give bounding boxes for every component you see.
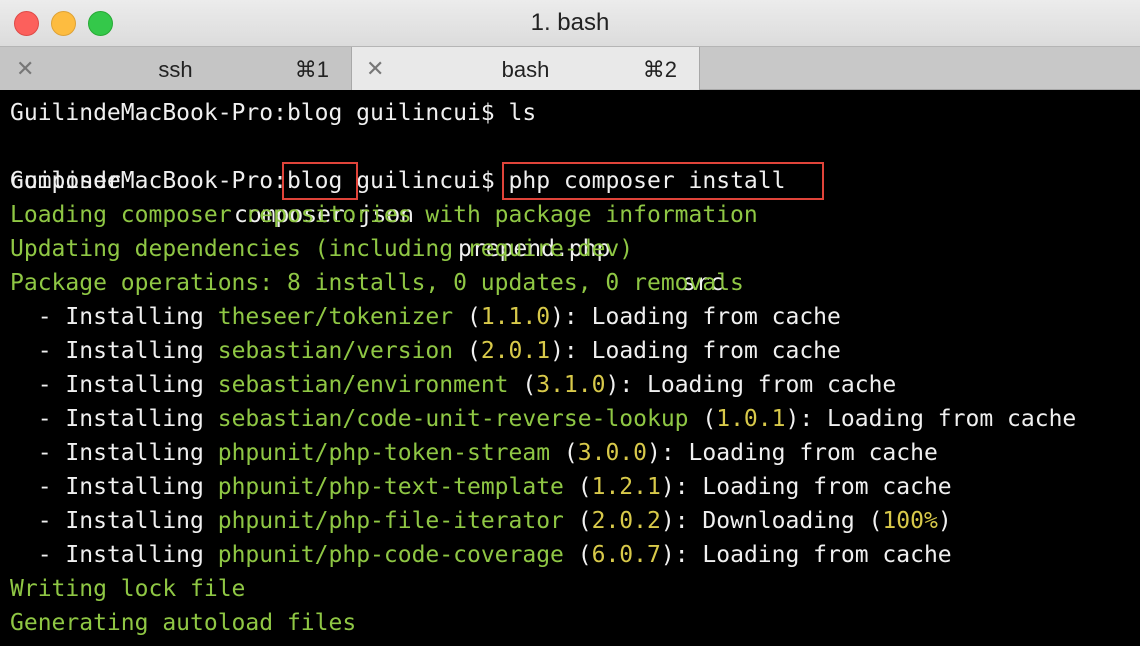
install-line: - Installing phpunit/php-text-template (… <box>10 470 952 504</box>
open-paren: ( <box>688 406 717 432</box>
package-name: sebastian/environment <box>217 372 509 398</box>
terminal-window: 1. bash ✕ ssh ⌘1 ✕ bash ⌘2 GuilindeMacBo… <box>0 0 1140 646</box>
terminal-line: Updating dependencies (including require… <box>10 236 634 262</box>
install-status: ): Loading from cache <box>550 304 841 330</box>
ls-output-line: composer composer.json prepend.php src <box>0 130 1140 296</box>
title-bar[interactable]: 1. bash <box>0 0 1140 46</box>
prompt-user: guilincui$ <box>342 168 495 194</box>
package-name: phpunit/php-file-iterator <box>217 508 564 534</box>
terminal-line: Loading composer repositories with packa… <box>10 202 758 228</box>
install-prefix: - Installing <box>10 406 218 432</box>
annotation-box-directory <box>282 162 358 200</box>
install-status: ): Downloading ( <box>660 508 883 534</box>
package-version: 1.1.0 <box>480 304 551 330</box>
open-paren: ( <box>563 542 592 568</box>
install-prefix: - Installing <box>10 372 218 398</box>
install-prefix: - Installing <box>10 304 218 330</box>
package-version: 6.0.7 <box>591 542 661 568</box>
tab-ssh[interactable]: ✕ ssh ⌘1 <box>0 47 352 90</box>
package-name: phpunit/php-text-template <box>217 474 564 500</box>
install-line: - Installing sebastian/code-unit-reverse… <box>10 402 1077 436</box>
install-prefix: - Installing <box>10 338 218 364</box>
package-version: 1.0.1 <box>716 406 786 432</box>
package-name: sebastian/code-unit-reverse-lookup <box>217 406 689 432</box>
install-prefix: - Installing <box>10 474 218 500</box>
package-version: 1.2.1 <box>591 474 661 500</box>
package-version: 2.0.2 <box>591 508 661 534</box>
install-status: ): Loading from cache <box>550 338 841 364</box>
install-line: - Installing phpunit/php-code-coverage (… <box>10 538 952 572</box>
package-name: phpunit/php-code-coverage <box>217 542 564 568</box>
install-status: ): Loading from cache <box>660 474 952 500</box>
install-line: - Installing sebastian/environment (3.1.… <box>10 368 897 402</box>
install-prefix: - Installing <box>10 508 218 534</box>
package-version: 2.0.1 <box>480 338 551 364</box>
install-prefix: - Installing <box>10 542 218 568</box>
install-line: - Installing phpunit/php-token-stream (3… <box>10 436 938 470</box>
install-line: - Installing theseer/tokenizer (1.1.0): … <box>10 300 841 334</box>
download-percent: 100% <box>882 508 938 534</box>
install-status: ): Loading from cache <box>660 542 952 568</box>
open-paren: ( <box>453 304 481 330</box>
open-paren: ( <box>550 440 578 466</box>
package-version: 3.0.0 <box>577 440 648 466</box>
install-line: - Installing phpunit/php-file-iterator (… <box>10 504 952 538</box>
open-paren: ( <box>453 338 481 364</box>
prompt-host: GuilindeMacBook-Pro: <box>10 168 287 194</box>
open-paren: ( <box>563 474 592 500</box>
open-paren: ( <box>508 372 537 398</box>
install-status: ): Loading from cache <box>647 440 938 466</box>
terminal-line: Writing lock file <box>10 576 246 602</box>
terminal-line: GuilindeMacBook-Pro:blog guilincui$ ls <box>10 100 537 126</box>
window-title: 1. bash <box>530 9 610 36</box>
tab-shortcut: ⌘2 <box>642 57 677 82</box>
install-status: ): Loading from cache <box>785 406 1077 432</box>
annotation-box-command <box>502 162 824 200</box>
package-name: theseer/tokenizer <box>217 304 454 330</box>
open-paren: ( <box>563 508 592 534</box>
package-version: 3.1.0 <box>536 372 606 398</box>
install-line: - Installing sebastian/version (2.0.1): … <box>10 334 841 368</box>
install-prefix: - Installing <box>10 440 218 466</box>
tab-bash[interactable]: ✕ bash ⌘2 <box>352 47 700 90</box>
install-status: ): Loading from cache <box>605 372 897 398</box>
terminal-line: Generating autoload files <box>10 610 357 636</box>
package-name: sebastian/version <box>217 338 454 364</box>
close-paren: ) <box>937 508 952 534</box>
tab-shortcut: ⌘1 <box>294 57 329 82</box>
tab-bar: ✕ ssh ⌘1 ✕ bash ⌘2 <box>0 46 1140 90</box>
terminal-output[interactable]: GuilindeMacBook-Pro:blog guilincui$ ls c… <box>0 90 1140 646</box>
terminal-line: Package operations: 8 installs, 0 update… <box>10 270 744 296</box>
package-name: phpunit/php-token-stream <box>217 440 551 466</box>
